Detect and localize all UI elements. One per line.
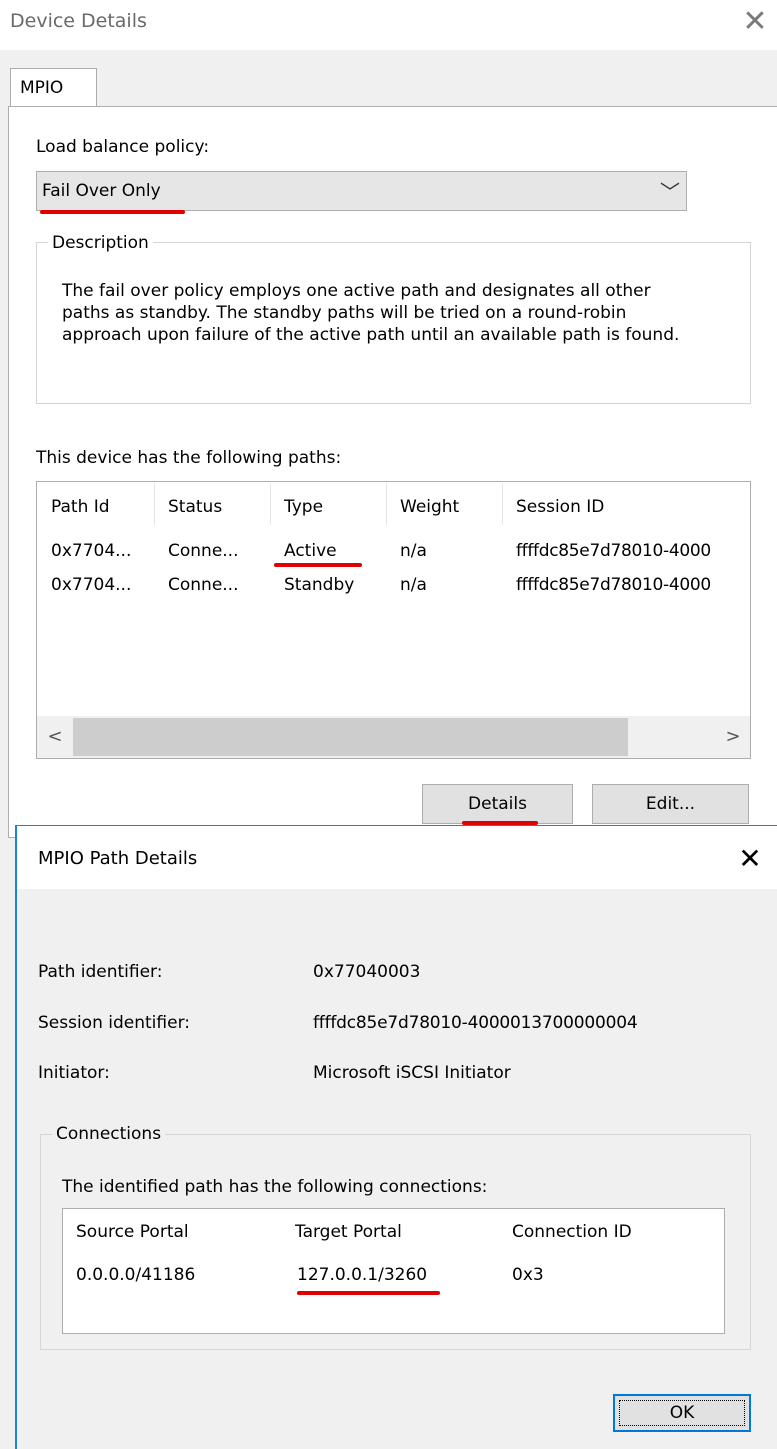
type-cell[interactable]: Standby: [284, 575, 354, 595]
session-identifier-label: Session identifier:: [38, 1013, 190, 1033]
connection-id-cell[interactable]: 0x3: [512, 1265, 544, 1285]
status-cell[interactable]: Conne...: [168, 575, 239, 595]
source-portal-cell[interactable]: 0.0.0.0/41186: [76, 1265, 195, 1285]
column-separator[interactable]: [502, 483, 503, 525]
ok-button[interactable]: OK: [613, 1394, 751, 1432]
tab-mpio-label[interactable]: MPIO: [20, 78, 63, 98]
load-balance-label: Load balance policy:: [36, 137, 210, 157]
device-details-title: Device Details: [10, 10, 147, 32]
description-text: The fail over policy employs one active …: [62, 281, 680, 345]
column-separator[interactable]: [270, 483, 271, 525]
column-header-connection-id[interactable]: Connection ID: [512, 1222, 632, 1242]
column-header-session-id[interactable]: Session ID: [516, 497, 604, 517]
connections-label: The identified path has the following co…: [62, 1177, 488, 1197]
column-header-path-id[interactable]: Path Id: [51, 497, 110, 517]
chevron-down-icon[interactable]: ﹀: [660, 176, 680, 205]
status-cell[interactable]: Conne...: [168, 541, 239, 561]
initiator-value: Microsoft iSCSI Initiator: [313, 1063, 511, 1083]
column-separator[interactable]: [386, 483, 387, 525]
paths-label: This device has the following paths:: [36, 448, 342, 468]
path-identifier-label: Path identifier:: [38, 962, 163, 982]
type-cell[interactable]: Active: [284, 541, 337, 561]
column-header-type[interactable]: Type: [284, 497, 323, 517]
scroll-right-icon[interactable]: >: [718, 720, 748, 754]
highlight-underline: [274, 563, 362, 567]
highlight-underline: [297, 1291, 440, 1295]
session-id-cell[interactable]: ffffdc85e7d78010-4000: [516, 541, 711, 561]
weight-cell[interactable]: n/a: [400, 541, 427, 561]
description-legend: Description: [48, 233, 153, 253]
path-details-title: MPIO Path Details: [38, 848, 198, 869]
edit-button[interactable]: Edit...: [592, 784, 749, 824]
column-header-weight[interactable]: Weight: [400, 497, 459, 517]
target-portal-cell[interactable]: 127.0.0.1/3260: [297, 1265, 427, 1285]
focus-rectangle: [619, 1400, 745, 1426]
close-icon[interactable]: ✕: [733, 842, 767, 876]
connections-legend: Connections: [52, 1124, 166, 1144]
weight-cell[interactable]: n/a: [400, 575, 427, 595]
session-identifier-value: ffffdc85e7d78010-4000013700000004: [313, 1013, 638, 1033]
scroll-left-icon[interactable]: <: [40, 720, 70, 754]
column-separator[interactable]: [154, 483, 155, 525]
column-header-source-portal[interactable]: Source Portal: [76, 1222, 189, 1242]
initiator-label: Initiator:: [38, 1063, 110, 1083]
load-balance-value[interactable]: Fail Over Only: [42, 181, 161, 201]
column-header-status[interactable]: Status: [168, 497, 222, 517]
close-icon[interactable]: ✕: [740, 4, 770, 40]
path-id-cell[interactable]: 0x7704...: [51, 541, 131, 561]
path-id-cell[interactable]: 0x7704...: [51, 575, 131, 595]
highlight-underline: [40, 210, 185, 214]
session-id-cell[interactable]: ffffdc85e7d78010-4000: [516, 575, 711, 595]
path-identifier-value: 0x77040003: [313, 962, 421, 982]
scrollbar-thumb[interactable]: [73, 718, 628, 756]
column-header-target-portal[interactable]: Target Portal: [295, 1222, 402, 1242]
details-button[interactable]: Details: [422, 784, 573, 824]
